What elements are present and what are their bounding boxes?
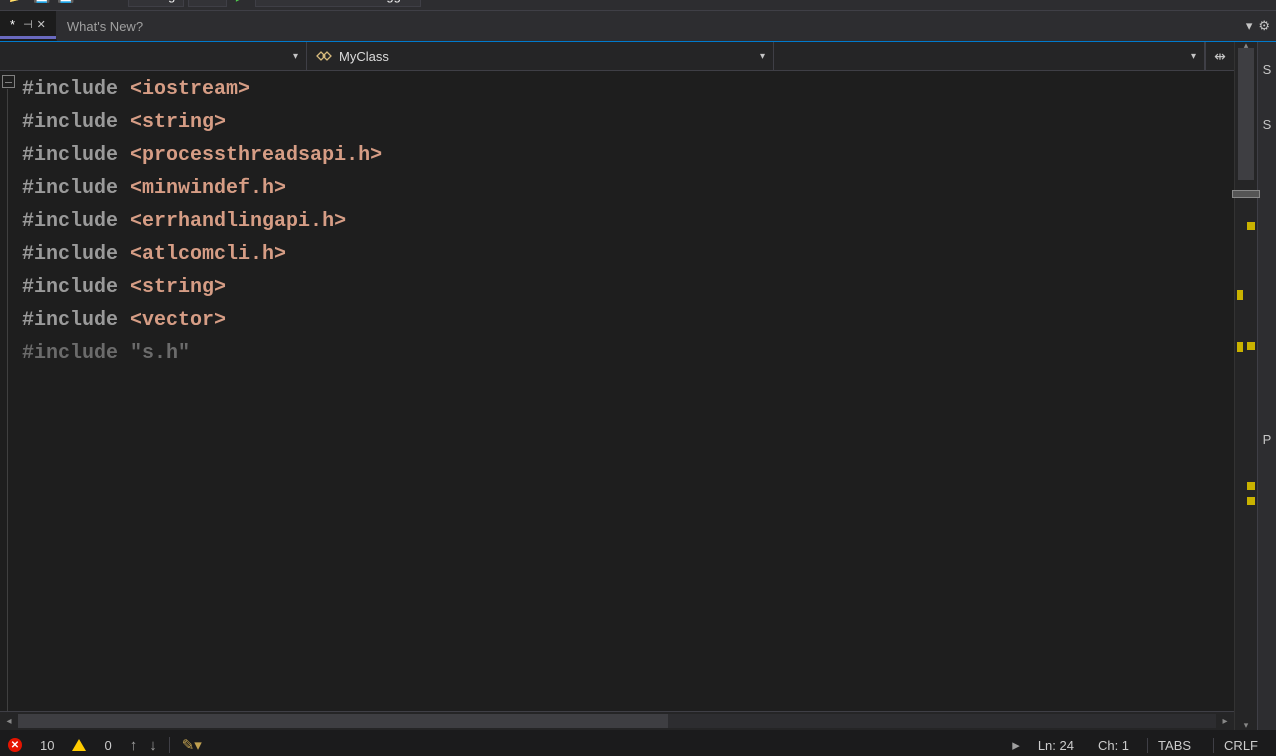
warning-count[interactable]: 0 xyxy=(98,738,117,753)
active-tab-label: * xyxy=(10,17,15,32)
split-editor-icon[interactable]: ⇹ xyxy=(1205,42,1234,70)
change-marker xyxy=(1237,290,1243,300)
next-issue-icon[interactable]: ↓ xyxy=(149,737,157,754)
chevron-down-icon: ▾ xyxy=(760,51,765,62)
horizontal-scrollbar[interactable]: ◂ ▸ xyxy=(0,711,1234,730)
change-marker xyxy=(1247,497,1255,505)
caret-popup-icon[interactable]: ▸ xyxy=(1012,736,1020,754)
vertical-scrollbar[interactable]: ▴ ▾ xyxy=(1234,42,1257,730)
open-file-icon[interactable]: 📂 xyxy=(8,0,28,5)
nav-forward-icon[interactable]: ‹ xyxy=(104,0,124,5)
play-icon[interactable]: ▶ xyxy=(231,0,251,5)
change-marker xyxy=(1237,342,1243,352)
save-all-icon[interactable]: 💾 xyxy=(56,0,76,5)
inactive-tab-label: What's New? xyxy=(67,19,143,34)
document-tab-bar: * ⊣ ✕ What's New? ▾ ⚙ xyxy=(0,11,1276,42)
error-icon[interactable]: ✕ xyxy=(8,738,22,752)
caret-position-indicator xyxy=(1232,190,1260,198)
code-cleanup-icon[interactable]: ✎▾ xyxy=(182,736,202,754)
close-tab-icon[interactable]: ✕ xyxy=(37,18,46,31)
change-marker xyxy=(1247,482,1255,490)
line-indicator[interactable]: Ln: 24 xyxy=(1032,738,1080,753)
tab-settings-gear-icon[interactable]: ⚙ xyxy=(1258,18,1270,34)
scroll-down-icon[interactable]: ▾ xyxy=(1235,720,1257,730)
code-content[interactable]: #include <iostream> #include <string> #i… xyxy=(18,71,382,711)
divider xyxy=(169,737,170,753)
warning-icon[interactable] xyxy=(72,739,86,751)
main-toolbar: 📂 💾 💾 › ‹ Debug x64 ▶ Local Windows Debu… xyxy=(0,0,1276,11)
member-dropdown[interactable]: ▾ xyxy=(774,42,1205,70)
nav-back-icon[interactable]: › xyxy=(80,0,100,5)
vertical-scroll-thumb[interactable] xyxy=(1238,48,1254,180)
side-tab-1[interactable]: S xyxy=(1263,62,1272,77)
column-indicator[interactable]: Ch: 1 xyxy=(1092,738,1135,753)
status-bar: ✕ 10 0 ↑ ↓ ✎▾ ▸ Ln: 24 Ch: 1 TABS CRLF xyxy=(0,730,1276,756)
line-ending-mode[interactable]: CRLF xyxy=(1213,738,1268,753)
whats-new-tab[interactable]: What's New? xyxy=(57,11,154,41)
class-icon xyxy=(315,48,333,64)
scroll-left-icon[interactable]: ◂ xyxy=(0,716,18,727)
scroll-right-icon[interactable]: ▸ xyxy=(1216,716,1234,727)
scroll-track[interactable] xyxy=(18,714,1216,728)
active-document-tab[interactable]: * ⊣ ✕ xyxy=(0,11,57,41)
indent-mode[interactable]: TABS xyxy=(1147,738,1201,753)
code-editor[interactable]: #include <iostream> #include <string> #i… xyxy=(0,71,1234,711)
code-navigation-bar: ▾ MyClass ▾ ▾ ⇹ xyxy=(0,42,1234,71)
outline-guide xyxy=(7,89,8,711)
pin-tab-icon[interactable]: ⊣ xyxy=(23,18,33,31)
platform-dropdown[interactable]: x64 xyxy=(188,0,227,7)
save-icon[interactable]: 💾 xyxy=(32,0,52,5)
scope-dropdown[interactable]: ▾ xyxy=(0,42,307,70)
class-dropdown[interactable]: MyClass ▾ xyxy=(307,42,774,70)
debugger-dropdown[interactable]: Local Windows Debugger xyxy=(255,0,421,7)
error-count[interactable]: 10 xyxy=(34,738,60,753)
class-dropdown-label: MyClass xyxy=(339,49,389,64)
change-marker xyxy=(1247,342,1255,350)
configuration-dropdown[interactable]: Debug xyxy=(128,0,184,7)
change-marker xyxy=(1247,222,1255,230)
side-tab-3[interactable]: P xyxy=(1263,432,1272,447)
chevron-down-icon: ▾ xyxy=(1191,51,1196,62)
scroll-thumb[interactable] xyxy=(18,714,668,728)
active-files-dropdown-icon[interactable]: ▾ xyxy=(1246,18,1253,34)
prev-issue-icon[interactable]: ↑ xyxy=(130,737,138,754)
side-tab-2[interactable]: S xyxy=(1263,117,1272,132)
chevron-down-icon: ▾ xyxy=(293,51,298,62)
collapse-region-icon[interactable] xyxy=(2,75,15,88)
side-panel-tabs: S S P xyxy=(1257,42,1276,730)
outlining-margin[interactable] xyxy=(0,71,18,711)
